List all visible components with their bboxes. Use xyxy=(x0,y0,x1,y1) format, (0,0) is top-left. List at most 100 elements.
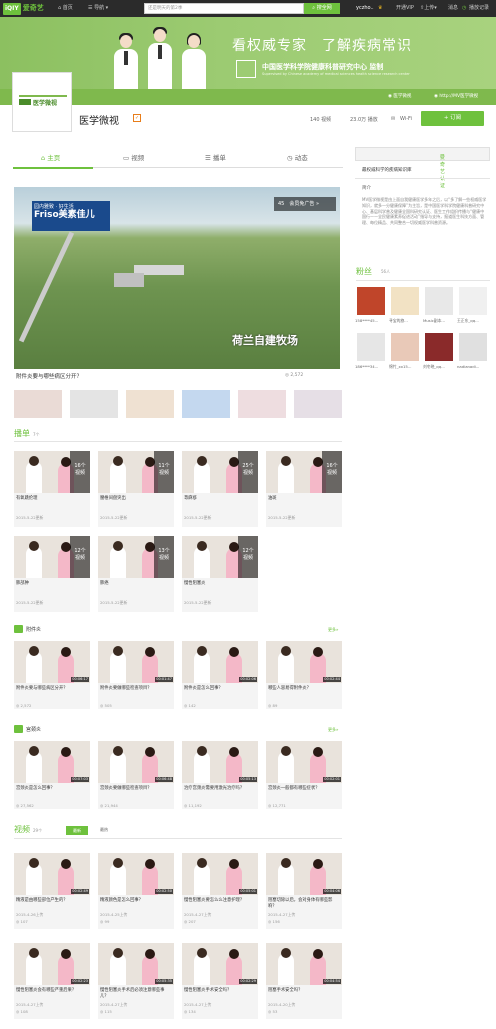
search-input[interactable]: 还是明天的第2季 xyxy=(144,3,304,14)
fan-name[interactable]: 158****45... xyxy=(355,318,389,323)
video-title[interactable]: 哪些人容易得附件炎？ xyxy=(268,686,340,692)
video-thumbnail[interactable]: 00:05:13 xyxy=(182,741,258,783)
video-thumbnail[interactable]: 00:02:50 xyxy=(98,853,174,895)
video-thumbnail[interactable]: 00:04:54 xyxy=(266,943,342,985)
thumbnail[interactable] xyxy=(14,390,62,418)
video-card[interactable]: 00:05:35 慢性阻塞炎手术后必须注意哪些事儿？ 2015-4-27上传 ◎ 11… xyxy=(98,943,174,1021)
video-title[interactable]: 宫颈炎要做哪些检查项目？ xyxy=(100,786,172,792)
video-card[interactable]: 00:06:17 附件炎要与哪些病区分开？ ◎ 2,572 xyxy=(14,641,90,709)
playlist-card[interactable]: 13个 视频 肺癌 2015-5-22更新 xyxy=(98,536,174,612)
avatar[interactable] xyxy=(459,287,487,315)
avatar[interactable] xyxy=(391,287,419,315)
more-link[interactable]: 更多» xyxy=(328,627,338,633)
video-thumbnail[interactable]: 00:01:47 xyxy=(98,641,174,683)
playlist-card[interactable]: 12个 视频 慢性阻塞炎 2015-5-22更新 xyxy=(182,536,258,612)
avatar[interactable] xyxy=(357,287,385,315)
video-title[interactable]: 慢性阻塞炎会有哪些严重后果？ xyxy=(16,988,88,994)
avatar[interactable] xyxy=(425,287,453,315)
user-name[interactable]: yczho.. xyxy=(356,4,374,13)
video-card[interactable]: 00:05:13 治疗宫颈炎需要用激光治疗吗？ ◎ 11,192 xyxy=(182,741,258,809)
video-title[interactable]: 阻塞手术安全吗？ xyxy=(268,988,340,994)
video-thumbnail[interactable]: 00:02:44 xyxy=(266,641,342,683)
playlist-card[interactable]: 12个 视频 肺部肿 2015-5-22更新 xyxy=(14,536,90,612)
video-title[interactable]: 阻塞切除以后，会对身体有哪些影响？ xyxy=(268,898,340,910)
video-card[interactable]: 00:02:06 附件炎是怎么回事？ ◎ 142 xyxy=(182,641,258,709)
search-button[interactable]: ⌕ 搜全网 xyxy=(304,3,340,14)
video-thumbnail[interactable]: 00:05:35 xyxy=(98,943,174,985)
video-title[interactable]: 精液颜色是怎么回事？ xyxy=(100,898,172,904)
video-title[interactable]: 附件炎要做哪些检查项目？ xyxy=(100,686,172,692)
upload-link[interactable]: ⇪上传▾ xyxy=(420,4,437,13)
playlist-card[interactable]: 16个 视频 油斑 2015-5-22更新 xyxy=(266,451,342,527)
avatar[interactable] xyxy=(459,333,487,361)
tab-activity[interactable]: ◷ 动态 xyxy=(287,152,308,162)
video-thumbnail[interactable]: 00:06:48 xyxy=(98,741,174,783)
playlist-thumbnail[interactable]: 16个 视频 xyxy=(14,451,90,493)
playlist-title[interactable]: 慢性阻塞炎 xyxy=(184,581,256,587)
video-card[interactable]: 00:02:50 精液颜色是怎么回事？ 2015-4-25上传 ◎ 99 xyxy=(98,853,174,931)
video-thumbnail[interactable]: 00:07:03 xyxy=(14,741,90,783)
filter-hottest-button[interactable]: 最热 xyxy=(100,827,108,833)
video-title[interactable]: 精液是由哪些部位产生的？ xyxy=(16,898,88,904)
video-title[interactable]: 治疗宫颈炎需要用激光治疗吗？ xyxy=(184,786,256,792)
video-card[interactable]: 00:05:01 慢性阻塞炎要怎么么注意护理？ 2015-4-27上传 ◎ 207 xyxy=(182,853,258,931)
video-title[interactable]: 附件炎是怎么回事？ xyxy=(184,686,256,692)
playlist-title[interactable]: 荨麻疹 xyxy=(184,496,256,502)
video-card[interactable]: 00:07:03 宫颈炎是怎么回事？ ◎ 27,562 xyxy=(14,741,90,809)
history-link[interactable]: 播放记录 xyxy=(469,4,489,13)
skip-ad-button[interactable]: 45 会员免广告 » xyxy=(274,197,336,211)
playlist-title[interactable]: 有氧跳伦理 xyxy=(16,496,88,502)
video-card[interactable]: 00:02:49 精液是由哪些部位产生的？ 2015-4-26上传 ◎ 107 xyxy=(14,853,90,931)
video-title[interactable]: 宫颈炎一般都有哪些症状？ xyxy=(268,786,340,792)
player-video-title[interactable]: 附件炎要与哪些病区分开？ xyxy=(16,372,82,380)
avatar[interactable] xyxy=(425,333,453,361)
playlist-thumbnail[interactable]: 16个 视频 xyxy=(266,451,342,493)
tab-home[interactable]: ⌂ 主页 xyxy=(41,152,60,162)
video-thumbnail[interactable]: 00:06:17 xyxy=(14,641,90,683)
playlist-thumbnail[interactable]: 12个 视频 xyxy=(182,536,258,578)
fan-name[interactable]: Music副本... xyxy=(423,318,457,324)
video-title[interactable]: 慢性阻塞炎要怎么么注意护理？ xyxy=(184,898,256,904)
more-link[interactable]: 更多» xyxy=(328,727,338,733)
playlist-title[interactable]: 油斑 xyxy=(268,496,340,502)
avatar[interactable] xyxy=(391,333,419,361)
filter-newest-button[interactable]: 最新 xyxy=(66,826,88,835)
playlist-card[interactable]: 16个 视频 有氧跳伦理 2015-5-22更新 xyxy=(14,451,90,527)
fan-name[interactable]: 寻宝的旅... xyxy=(389,318,423,324)
playlist-thumbnail[interactable]: 12个 视频 xyxy=(14,536,90,578)
video-title[interactable]: 慢性阻塞炎手术后必须注意哪些事儿？ xyxy=(100,988,172,1000)
channel-avatar[interactable]: 医学微视 xyxy=(12,72,72,132)
subscribe-button[interactable]: + 订阅 xyxy=(421,111,484,126)
avatar[interactable] xyxy=(357,333,385,361)
link-mv[interactable]: ◉ 医学微视 xyxy=(388,93,411,101)
playlist-card[interactable]: 11个 视频 腰椎间盘突出 2015-5-22更新 xyxy=(98,451,174,527)
video-card[interactable]: 00:02:01 宫颈炎一般都有哪些症状？ ◎ 12,771 xyxy=(266,741,342,809)
thumbnail[interactable] xyxy=(182,390,230,418)
thumbnail[interactable] xyxy=(294,390,342,418)
video-card[interactable]: 00:04:54 阻塞手术安全吗？ 2015-4-20上传 ◎ 53 xyxy=(266,943,342,1021)
link-url[interactable]: ◉ http://MV医学微视 xyxy=(434,93,478,101)
playlist-title[interactable]: 腰椎间盘突出 xyxy=(100,496,172,502)
vip-link[interactable]: 开通VIP xyxy=(396,4,414,13)
thumbnail[interactable] xyxy=(126,390,174,418)
video-card[interactable]: 00:02:29 慢性阻塞炎手术安全吗？ 2015-4-27上传 ◎ 134 xyxy=(182,943,258,1021)
video-title[interactable]: 慢性阻塞炎手术安全吗？ xyxy=(184,988,256,994)
playlist-title[interactable]: 肺癌 xyxy=(100,581,172,587)
playlist-card[interactable]: 25个 视频 荨麻疹 2015-5-22更新 xyxy=(182,451,258,527)
home-link[interactable]: ⌂ 首页 xyxy=(58,4,73,13)
playlist-title[interactable]: 肺部肿 xyxy=(16,581,88,587)
video-card[interactable]: 00:02:44 哪些人容易得附件炎？ ◎ 89 xyxy=(266,641,342,709)
video-card[interactable]: 00:04:06 阻塞切除以后，会对身体有哪些影响？ 2015-4-27上传 ◎ 15… xyxy=(266,853,342,931)
iqiyi-logo[interactable]: iQIY 爱奇艺 xyxy=(3,2,47,15)
tab-playlists[interactable]: ☰ 播单 xyxy=(205,152,226,162)
thumbnail[interactable] xyxy=(238,390,286,418)
video-thumbnail[interactable]: 00:02:23 xyxy=(14,943,90,985)
fan-name[interactable]: 王正东_qq... xyxy=(457,318,491,324)
video-thumbnail[interactable]: 00:02:01 xyxy=(266,741,342,783)
fan-name[interactable]: 186****34... xyxy=(355,364,389,369)
video-thumbnail[interactable]: 00:04:06 xyxy=(266,853,342,895)
video-title[interactable]: 附件炎要与哪些病区分开？ xyxy=(16,686,88,692)
message-link[interactable]: 消息 xyxy=(448,4,458,13)
video-title[interactable]: 宫颈炎是怎么回事？ xyxy=(16,786,88,792)
video-card[interactable]: 00:06:48 宫颈炎要做哪些检查项目？ ◎ 21,944 xyxy=(98,741,174,809)
